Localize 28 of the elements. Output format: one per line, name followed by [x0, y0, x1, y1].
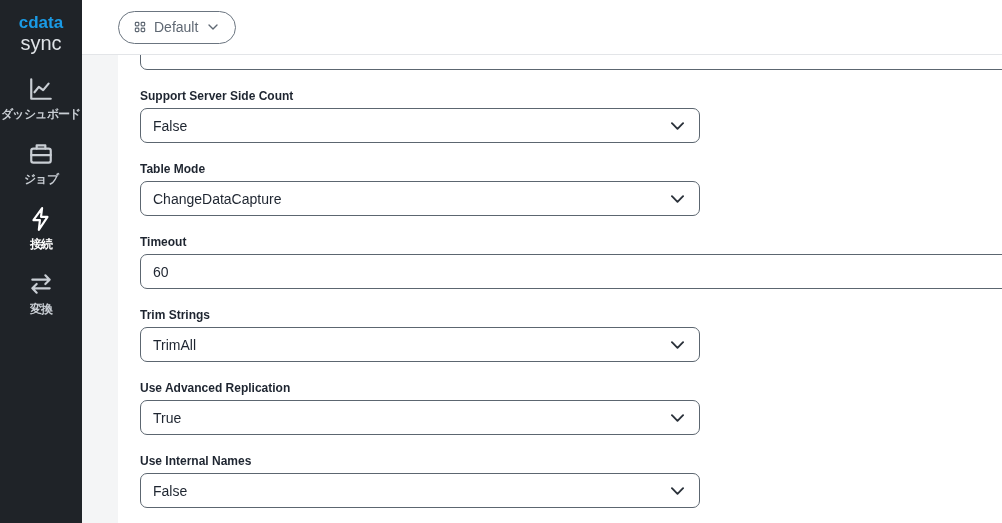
input-field[interactable]: 60: [140, 254, 1002, 289]
nav-item[interactable]: 接続: [28, 206, 54, 271]
workspace-dropdown[interactable]: Default: [118, 10, 237, 44]
chevron-down-icon: [671, 121, 684, 130]
field-label: Support Server Side Count: [140, 89, 295, 103]
chevron-down-icon: [671, 486, 684, 495]
select-field[interactable]: ChangeDataCapture: [140, 181, 700, 216]
field-label: Table Mode: [140, 162, 207, 176]
select-field[interactable]: TrimAll: [140, 327, 700, 362]
nav-item[interactable]: ジョブ: [23, 141, 59, 206]
chevron-down-icon: [671, 413, 684, 422]
logo-wordmark: cdata: [18, 14, 64, 32]
chevron-down-icon: [671, 340, 684, 349]
field-label: Use Advanced Replication: [140, 381, 292, 395]
field-label: Timeout: [140, 235, 188, 249]
swap-arrows-icon: [28, 271, 54, 297]
field-label: Trim Strings: [140, 308, 211, 322]
field-label: Use Internal Names: [140, 454, 253, 468]
grid-icon: [133, 20, 147, 34]
select-field[interactable]: True: [140, 400, 700, 435]
nav-item[interactable]: 変換: [28, 271, 54, 336]
select-field[interactable]: False: [140, 108, 700, 143]
chart-icon: [28, 76, 54, 102]
logo-product-name: sync: [20, 32, 62, 54]
chevron-down-icon: [671, 194, 684, 203]
select-field[interactable]: False: [140, 473, 700, 508]
briefcase-icon: [28, 141, 54, 167]
nav-item[interactable]: ダッシュボード: [1, 76, 81, 141]
